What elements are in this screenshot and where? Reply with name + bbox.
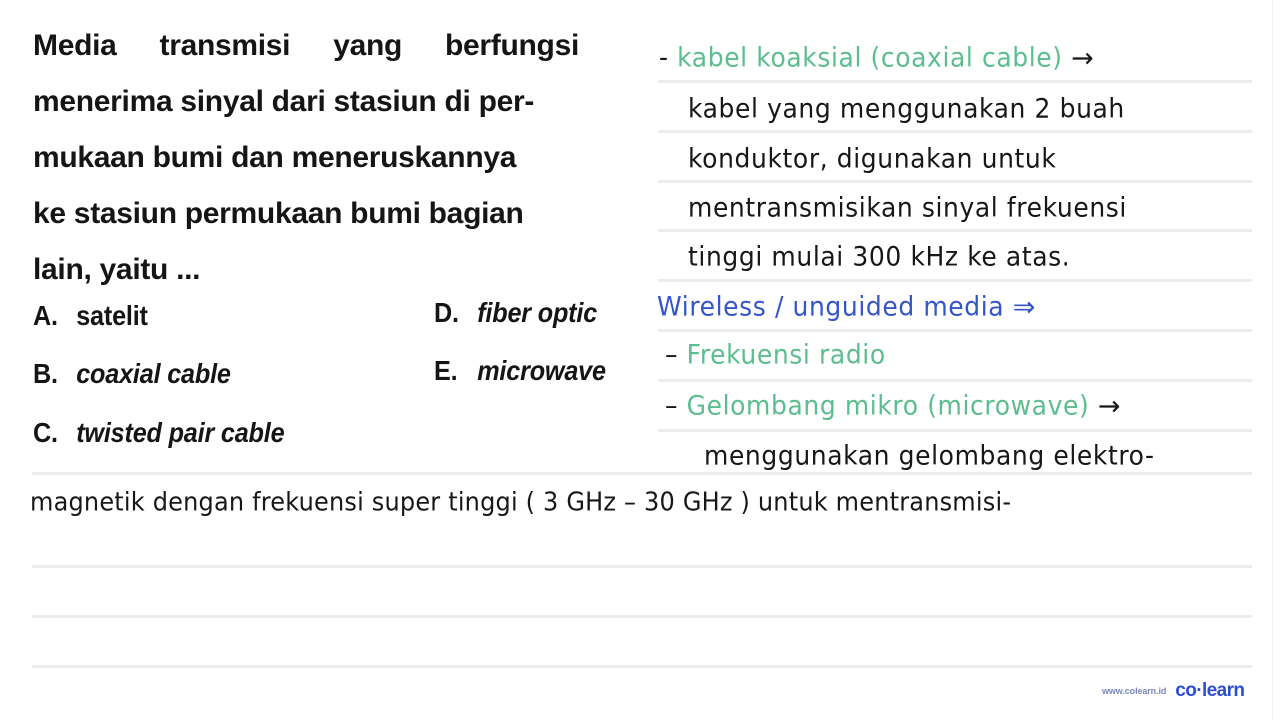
note-microwave-heading: – Gelombang mikro (microwave) → [665,390,1121,422]
option-d-letter: D. [434,297,459,328]
option-b-label: coaxial cable [76,358,231,389]
note-radio: – Frekuensi radio [665,339,886,370]
rule-line [32,615,1252,618]
rule-line [658,130,1252,133]
question-line-3: mukaan bumi dan meneruskannya [33,141,517,174]
note-bullet: - [659,42,669,73]
colearn-logo: www.colearn.id co·learn [1102,680,1245,702]
rule-line [658,80,1252,83]
rule-line [658,329,1252,332]
question-word: transmisi [159,29,291,62]
note-text: Frekuensi radio [686,339,886,370]
option-e[interactable]: E. microwave [434,355,625,387]
rule-line [658,379,1252,382]
note-text: konduktor, digunakan untuk [688,143,1057,174]
option-a[interactable]: A. satelit [33,300,161,332]
option-c[interactable]: C. twisted pair cable [33,417,312,449]
option-b[interactable]: B. coaxial cable [33,358,253,390]
colearn-url: www.colearn.id [1102,686,1167,696]
question-line-1: Media transmisi yang berfungsi [33,18,579,74]
colearn-brand: co·learn [1175,680,1245,701]
note-microwave-body-2: magnetik dengan frekuensi super tinggi (… [30,487,1012,517]
note-text: mentransmisikan sinyal frekuensi [688,192,1127,223]
rule-line [658,229,1252,232]
question-word: yang [333,29,403,62]
question-line-5: lain, yaitu ... [33,253,201,286]
note-text: Wireless / unguided media [657,291,1005,322]
arrow-right-icon: → [1071,43,1094,74]
question-word: Media [33,29,117,62]
arrow-double-right-icon: ⇒ [1012,292,1036,323]
note-bullet: – [665,339,679,370]
note-microwave-body-1: menggunakan gelombang elektro- [704,440,1155,471]
note-coaxial-body-2: konduktor, digunakan untuk [688,143,1057,174]
question-word: berfungsi [445,29,579,62]
option-b-letter: B. [33,358,58,389]
rule-line [32,472,1252,475]
note-coaxial-heading: - kabel koaksial (coaxial cable) → [659,42,1094,74]
note-text: magnetik dengan frekuensi super tinggi (… [30,487,1012,517]
question-line-2: menerima sinyal dari stasiun di per- [33,85,535,118]
arrow-right-icon: → [1097,391,1121,422]
note-text: Gelombang mikro (microwave) [686,390,1090,421]
page-right-edge [1272,0,1273,720]
rule-line [658,279,1252,282]
option-c-label: twisted pair cable [76,417,285,448]
option-e-letter: E. [434,355,458,386]
rule-line [658,429,1252,432]
note-text: tinggi mulai 300 kHz ke atas. [688,241,1071,272]
option-a-label: satelit [76,300,148,331]
rule-line [32,565,1252,568]
question-line-4: ke stasiun permukaan bumi bagian [33,197,524,230]
worksheet-page: Media transmisi yang berfungsi menerima … [0,0,1280,720]
note-text: menggunakan gelombang elektro- [704,440,1155,471]
rule-line [32,665,1252,668]
note-text: kabel yang menggunakan 2 buah [688,93,1125,124]
note-coaxial-body-3: mentransmisikan sinyal frekuensi [688,192,1127,223]
question-text: Media transmisi yang berfungsi menerima … [33,18,613,298]
note-coaxial-body-1: kabel yang menggunakan 2 buah [688,93,1125,124]
option-c-letter: C. [33,417,58,448]
rule-line [658,180,1252,183]
option-d-label: fiber optic [477,297,598,328]
option-a-letter: A. [33,300,58,331]
note-coaxial-body-4: tinggi mulai 300 kHz ke atas. [688,241,1071,272]
note-wireless-heading: Wireless / unguided media ⇒ [657,291,1036,323]
note-text: kabel koaksial (coaxial cable) [677,42,1063,73]
option-e-label: microwave [477,355,606,386]
note-bullet: – [665,390,679,421]
option-d[interactable]: D. fiber optic [434,297,615,329]
